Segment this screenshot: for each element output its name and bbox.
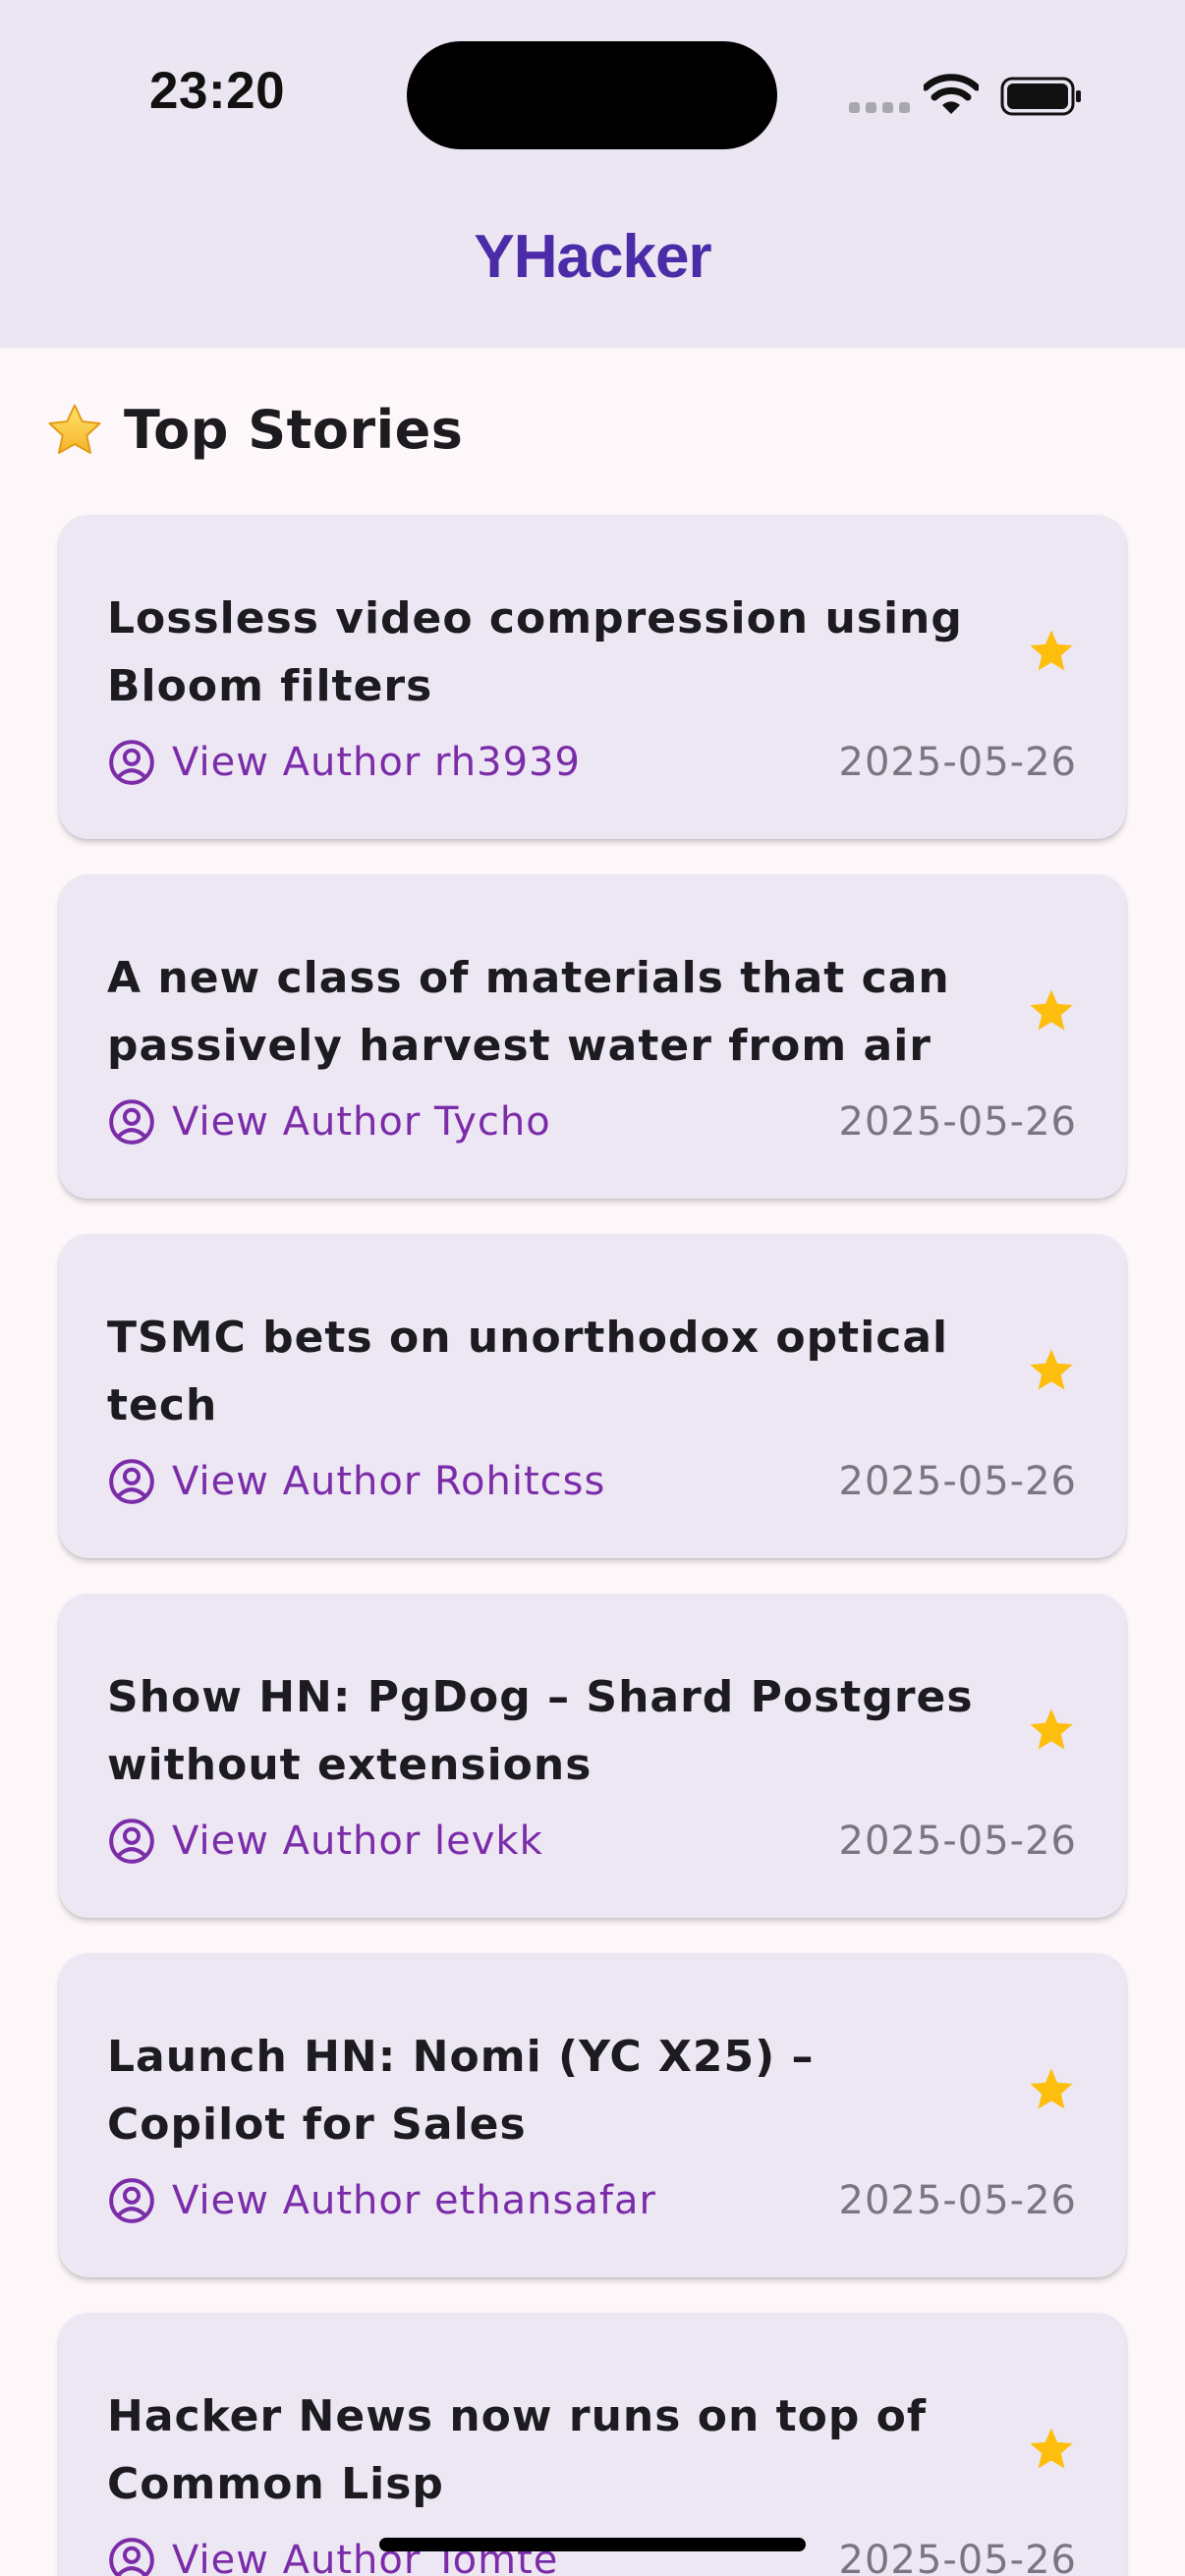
author-link-text[interactable]: View Author Tycho <box>172 1099 551 1145</box>
wifi-icon <box>924 74 979 114</box>
account-circle-icon <box>109 2538 154 2576</box>
dynamic-island <box>407 41 777 149</box>
account-circle-icon <box>109 1819 154 1864</box>
story-title[interactable]: Launch HN: Nomi (YC X25) – Copilot for S… <box>107 2023 991 2158</box>
story-date: 2025-05-26 <box>838 1459 1077 1504</box>
story-date: 2025-05-26 <box>838 1099 1077 1145</box>
story-card[interactable]: Hacker News now runs on top of Common Li… <box>59 2313 1126 2576</box>
account-circle-icon <box>109 740 154 785</box>
favorite-star-icon[interactable] <box>1026 1705 1077 1756</box>
favorite-star-icon[interactable] <box>1026 985 1077 1036</box>
home-indicator[interactable] <box>379 2538 806 2551</box>
top-stories-header: Top Stories <box>45 399 463 461</box>
story-date: 2025-05-26 <box>838 2538 1077 2576</box>
app-bar: 23:20 YHacker <box>0 0 1185 348</box>
story-title[interactable]: Hacker News now runs on top of Common Li… <box>107 2382 991 2518</box>
story-date: 2025-05-26 <box>838 2178 1077 2223</box>
battery-icon <box>1000 77 1081 116</box>
view-author-link[interactable]: View Author levkk <box>107 1817 543 1866</box>
section-title: Top Stories <box>124 399 464 461</box>
story-title[interactable]: A new class of materials that can passiv… <box>107 944 991 1080</box>
author-link-text[interactable]: View Author ethansafar <box>172 2178 656 2223</box>
story-title[interactable]: Lossless video compression using Bloom f… <box>107 585 991 720</box>
author-link-text[interactable]: View Author levkk <box>172 1819 543 1864</box>
app-title: YHacker <box>474 223 711 291</box>
view-author-link[interactable]: View Author Rohitcss <box>107 1457 605 1506</box>
favorite-star-icon[interactable] <box>1026 2064 1077 2115</box>
star-emoji-icon <box>48 404 101 454</box>
favorite-star-icon[interactable] <box>1026 2424 1077 2475</box>
view-author-link[interactable]: View Author rh3939 <box>107 738 581 787</box>
story-card[interactable]: Lossless video compression using Bloom f… <box>59 515 1126 839</box>
story-date: 2025-05-26 <box>838 1819 1077 1864</box>
view-author-link[interactable]: View Author Tycho <box>107 1097 551 1147</box>
status-bar-time: 23:20 <box>149 62 286 120</box>
favorite-star-icon[interactable] <box>1026 626 1077 677</box>
story-list: Lossless video compression using Bloom f… <box>59 515 1126 2576</box>
author-link-text[interactable]: View Author rh3939 <box>172 740 581 785</box>
author-link-text[interactable]: View Author Rohitcss <box>172 1459 605 1504</box>
view-author-link[interactable]: View Author ethansafar <box>107 2176 656 2225</box>
story-title[interactable]: TSMC bets on unorthodox optical tech <box>107 1304 991 1439</box>
story-card[interactable]: Show HN: PgDog – Shard Postgres without … <box>59 1594 1126 1918</box>
cellular-signal-icon <box>849 102 910 113</box>
story-card[interactable]: TSMC bets on unorthodox optical tech Vie… <box>59 1234 1126 1558</box>
story-card[interactable]: Launch HN: Nomi (YC X25) – Copilot for S… <box>59 1953 1126 2277</box>
account-circle-icon <box>109 1459 154 1504</box>
story-date: 2025-05-26 <box>838 740 1077 785</box>
account-circle-icon <box>109 2178 154 2223</box>
story-title[interactable]: Show HN: PgDog – Shard Postgres without … <box>107 1663 991 1799</box>
account-circle-icon <box>109 1099 154 1145</box>
favorite-star-icon[interactable] <box>1026 1345 1077 1396</box>
app-screen: 23:20 YHacker Top Stories Lossless video… <box>0 0 1185 2576</box>
story-card[interactable]: A new class of materials that can passiv… <box>59 874 1126 1199</box>
